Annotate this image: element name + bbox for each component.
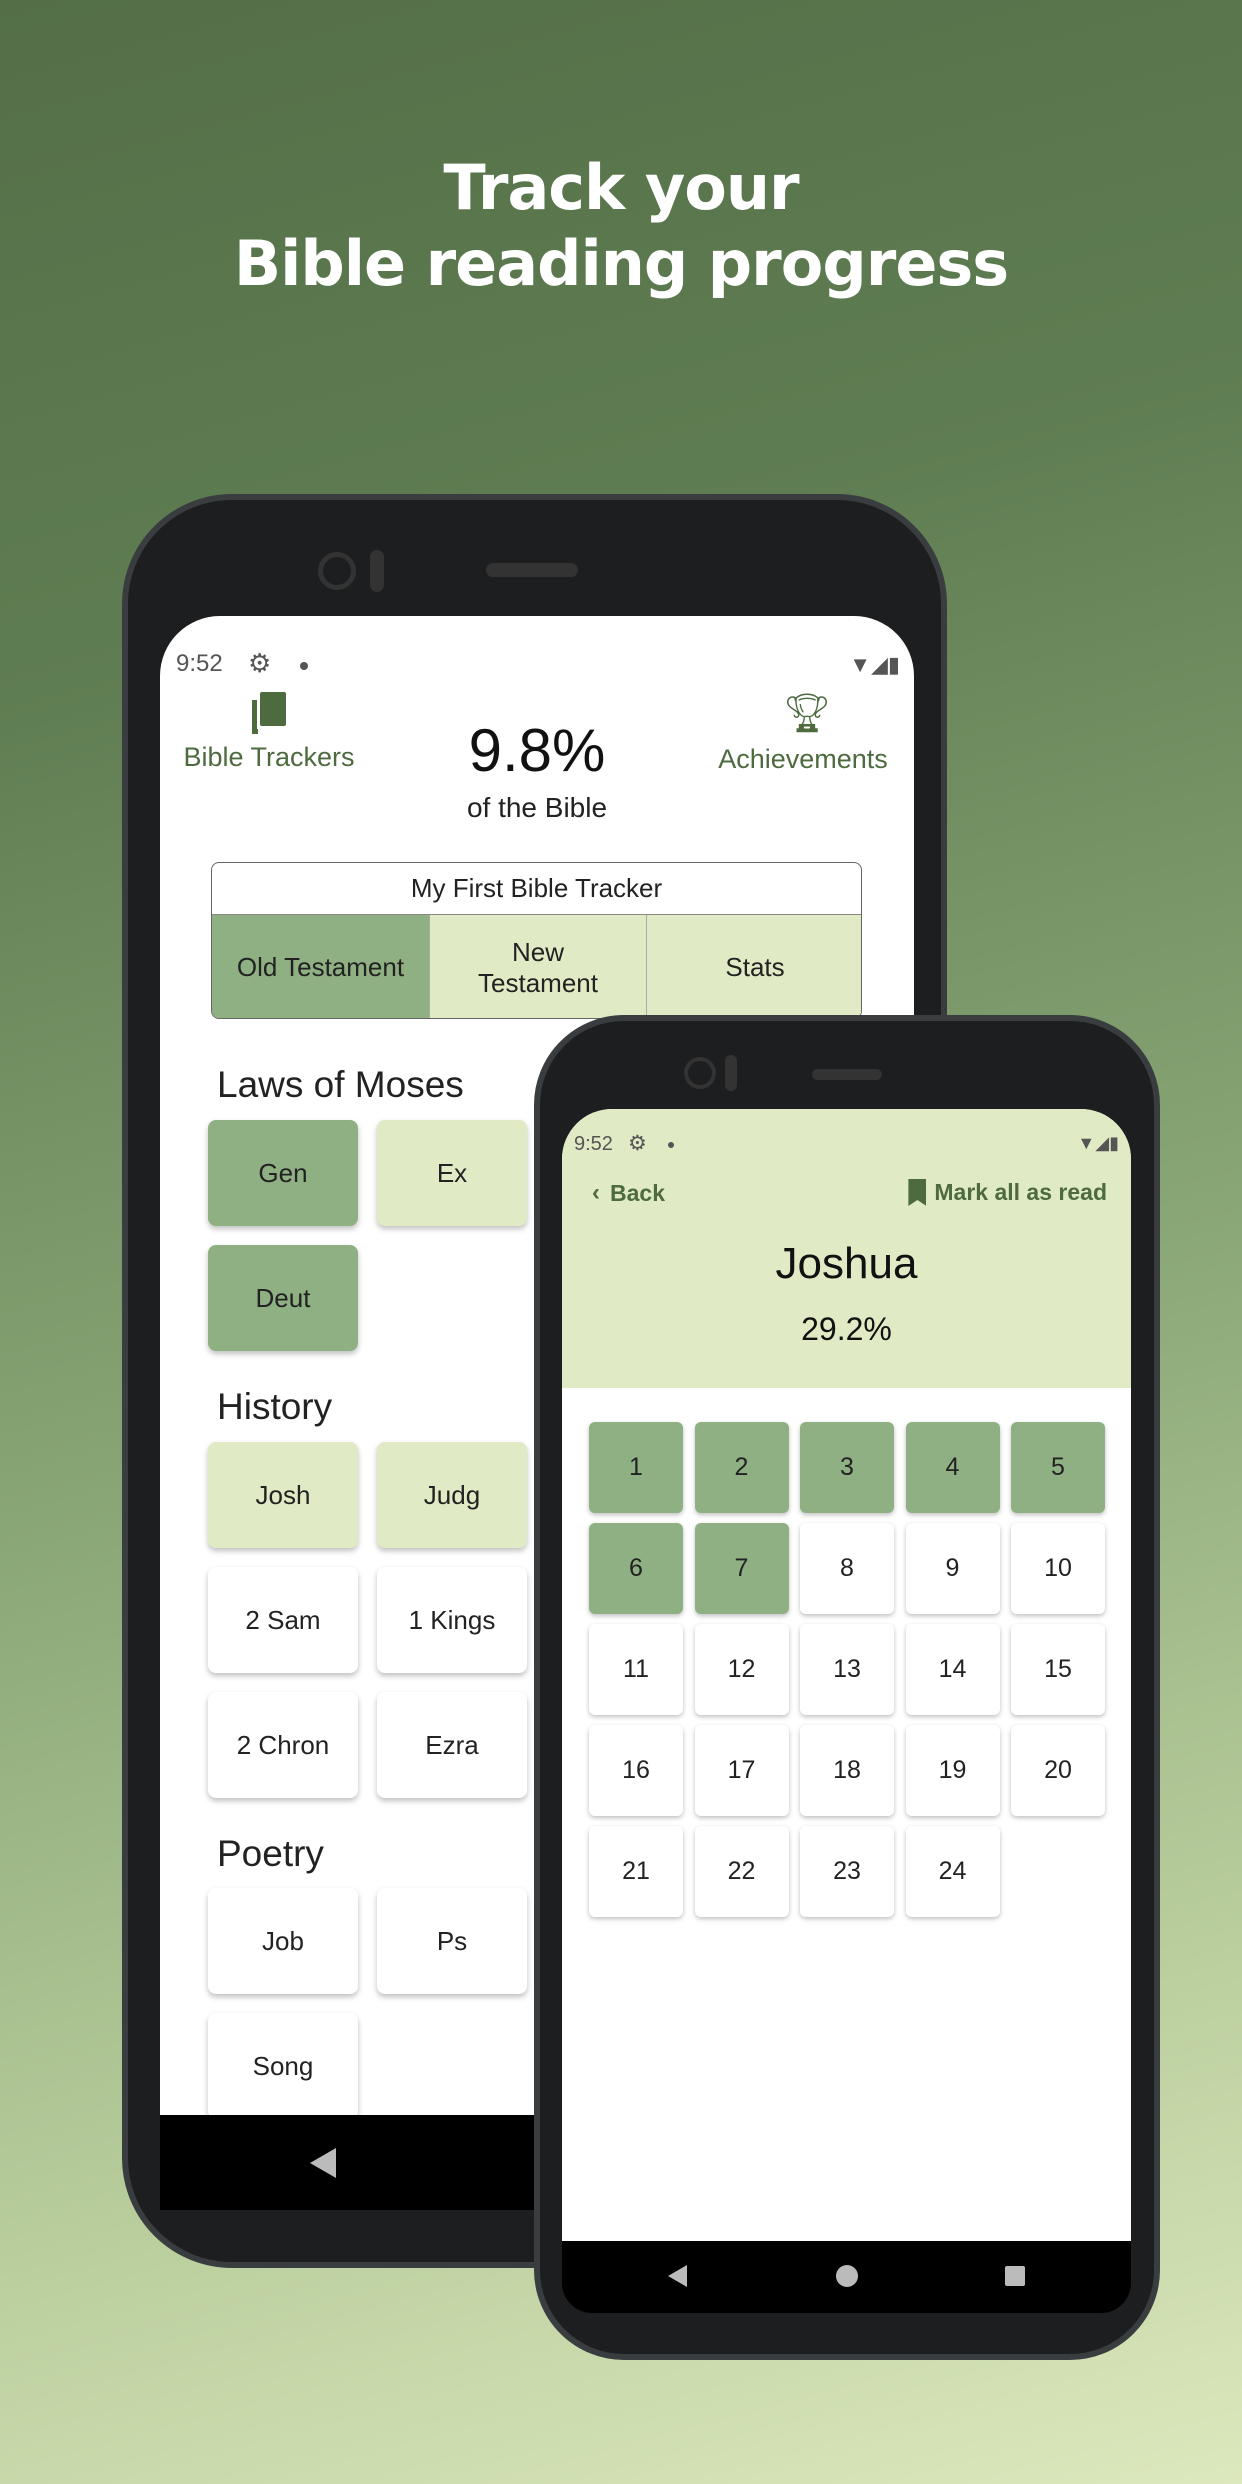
- mark-all-read-button[interactable]: Mark all as read: [908, 1179, 1107, 1206]
- chapter-button[interactable]: 11: [589, 1624, 683, 1715]
- bookmark-check-icon: [908, 1179, 927, 1206]
- book-button-josh[interactable]: Josh: [208, 1442, 358, 1548]
- book-button-gen[interactable]: Gen: [208, 1120, 358, 1226]
- headline-line-2: Bible reading progress: [233, 227, 1009, 300]
- book-button-song[interactable]: Song: [208, 2013, 358, 2115]
- book-button-ex[interactable]: Ex: [377, 1120, 527, 1226]
- tab-stats[interactable]: Stats: [646, 915, 861, 1018]
- nav-back-icon[interactable]: [668, 2265, 687, 2287]
- book-percent: 29.2%: [801, 1311, 892, 1347]
- chapter-button[interactable]: 14: [905, 1624, 1000, 1715]
- nav-home-icon[interactable]: [836, 2265, 858, 2287]
- chapter-button[interactable]: 20: [1011, 1725, 1105, 1816]
- speaker: [486, 563, 578, 577]
- book-button-ezra[interactable]: Ezra: [377, 1692, 527, 1798]
- book-button-2-chron[interactable]: 2 Chron: [208, 1692, 358, 1798]
- settings-icon: ⚙: [248, 648, 272, 678]
- chapter-button[interactable]: 2: [694, 1422, 789, 1513]
- chapter-button[interactable]: 6: [589, 1523, 683, 1614]
- chapter-button[interactable]: 10: [1011, 1523, 1105, 1614]
- back-button[interactable]: ‹ Back: [592, 1179, 665, 1207]
- chapter-button[interactable]: 7: [694, 1523, 789, 1614]
- headline-line-1: Track your: [443, 151, 799, 224]
- books-icon: [252, 692, 286, 734]
- notification-dot-icon: [300, 662, 308, 670]
- status-time: 9:52: [574, 1133, 613, 1155]
- chapter-button[interactable]: 15: [1011, 1624, 1105, 1715]
- chapter-button[interactable]: 1: [589, 1422, 683, 1513]
- camera-icon: [684, 1057, 716, 1089]
- tab-old-testament[interactable]: Old Testament: [212, 915, 429, 1018]
- chapter-button[interactable]: 5: [1011, 1422, 1105, 1513]
- achievements-button[interactable]: 🏆︎ Achievements: [683, 692, 914, 775]
- chapter-button[interactable]: 18: [800, 1725, 894, 1816]
- nav-back-icon[interactable]: [310, 2148, 336, 2178]
- book-button-deut[interactable]: Deut: [208, 1245, 358, 1351]
- chapter-button[interactable]: 9: [905, 1523, 1000, 1614]
- chapter-button[interactable]: 12: [694, 1624, 789, 1715]
- chapter-button[interactable]: 8: [800, 1523, 894, 1614]
- status-icons: ▼◢▮: [1077, 1133, 1119, 1153]
- status-icons: ▼◢▮: [849, 652, 900, 677]
- chapter-screen: 9:52 ⚙ ▼◢▮ ‹ Back Mark all as read Joshu…: [562, 1109, 1131, 2241]
- notification-dot-icon: [668, 1142, 674, 1148]
- mark-all-label: Mark all as read: [934, 1179, 1107, 1205]
- chapter-button[interactable]: 17: [694, 1725, 789, 1816]
- sensor: [370, 550, 384, 592]
- chapter-button[interactable]: 16: [589, 1725, 683, 1816]
- settings-icon: ⚙: [628, 1132, 647, 1155]
- book-button-2-sam[interactable]: 2 Sam: [208, 1567, 358, 1673]
- chapter-button[interactable]: 13: [800, 1624, 894, 1715]
- chevron-left-icon: ‹: [592, 1179, 600, 1206]
- chapter-button[interactable]: 23: [800, 1826, 894, 1917]
- nav-recents-icon[interactable]: [1005, 2266, 1025, 2286]
- phone-frame-chapter: 9:52 ⚙ ▼◢▮ ‹ Back Mark all as read Joshu…: [534, 1015, 1160, 2360]
- bible-percent: 9.8%: [468, 717, 606, 784]
- speaker: [812, 1069, 882, 1080]
- book-button-job[interactable]: Job: [208, 1888, 358, 1994]
- nav-bar: [562, 2241, 1131, 2313]
- bible-percent-caption: of the Bible: [466, 792, 608, 823]
- section-title-history: History: [217, 1386, 333, 1427]
- section-title-laws-of-moses: Laws of Moses: [217, 1064, 464, 1105]
- trophy-icon: 🏆︎: [783, 693, 832, 735]
- book-button-judg[interactable]: Judg: [377, 1442, 527, 1548]
- tracker-title[interactable]: My First Bible Tracker: [212, 863, 861, 915]
- chapter-button[interactable]: 22: [694, 1826, 789, 1917]
- book-title: Joshua: [775, 1239, 918, 1288]
- back-label: Back: [610, 1179, 665, 1206]
- tracker-card: My First Bible Tracker Old Testament New…: [211, 862, 862, 1019]
- chapter-button[interactable]: 4: [905, 1422, 1000, 1513]
- chapter-button[interactable]: 19: [905, 1725, 1000, 1816]
- section-title-poetry: Poetry: [217, 1833, 324, 1874]
- chapter-button[interactable]: 21: [589, 1826, 683, 1917]
- achievements-label: Achievements: [718, 744, 888, 774]
- tab-new-testament[interactable]: New Testament: [429, 915, 646, 1018]
- book-button-ps[interactable]: Ps: [377, 1888, 527, 1994]
- sensor: [725, 1055, 737, 1091]
- chapter-button[interactable]: 3: [800, 1422, 894, 1513]
- chapter-button[interactable]: 24: [905, 1826, 1000, 1917]
- status-time: 9:52: [176, 650, 223, 677]
- camera-icon: [318, 552, 356, 590]
- book-button-1-kings[interactable]: 1 Kings: [377, 1567, 527, 1673]
- headline: Track your Bible reading progress: [0, 150, 1242, 302]
